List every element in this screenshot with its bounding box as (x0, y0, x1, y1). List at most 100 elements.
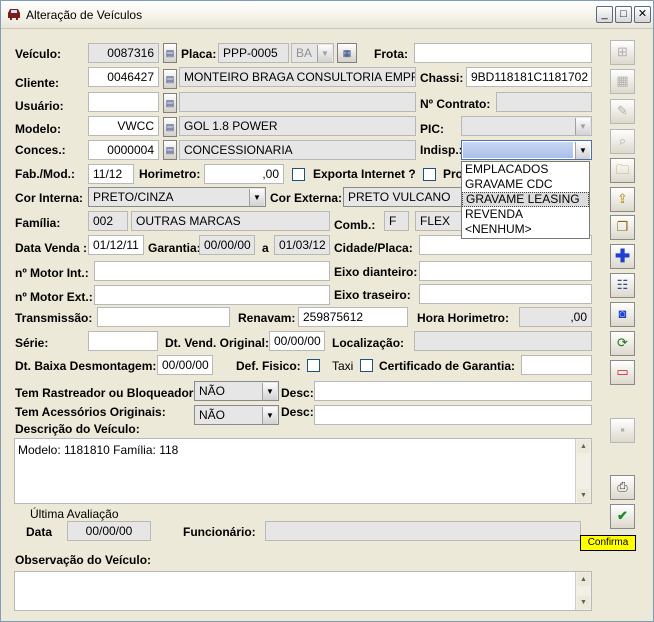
familia-label: Família: (15, 216, 61, 230)
chassi-field[interactable]: 9BD118181C1181702 (466, 67, 592, 87)
observacao-scrollbar[interactable]: ▲ ▼ (575, 572, 591, 610)
tooltip: Confirma (580, 535, 636, 551)
people-icon[interactable]: ☷ (610, 273, 635, 298)
motor-int-field[interactable] (94, 261, 330, 281)
dropdown-option-highlighted[interactable]: GRAVAME LEASING (462, 192, 589, 207)
placa-table-button[interactable]: ▦ (337, 43, 357, 63)
scroll-up-icon[interactable]: ▲ (577, 440, 590, 453)
disabled-icon[interactable]: ▪ (610, 418, 635, 443)
title-bar: Alteração de Veículos _ □ ✕ (1, 1, 653, 29)
usuario-search-button[interactable]: ▤ (163, 93, 177, 113)
localizacao-label: Localização: (332, 336, 405, 350)
indisp-dropdown-list[interactable]: EMPLACADOS GRAVAME CDC GRAVAME LEASING R… (461, 161, 590, 239)
conces-name-field: CONCESSIONARIA (179, 140, 416, 160)
acessorios-value: NÃO (199, 408, 226, 422)
refresh-icon[interactable]: ⟳ (610, 331, 635, 356)
placa-uf-select[interactable]: BA ▼ (291, 43, 334, 63)
acessorios-desc-field[interactable] (314, 405, 592, 425)
motor-ext-field[interactable] (94, 285, 330, 305)
scroll-up-icon[interactable]: ▲ (577, 573, 590, 586)
plus-icon[interactable]: ✚ (610, 244, 635, 269)
close-button[interactable]: ✕ (634, 6, 651, 23)
localizacao-field[interactable] (414, 331, 592, 351)
eixo-dianteiro-field[interactable] (419, 261, 592, 281)
dropdown-option[interactable]: GRAVAME CDC (462, 177, 589, 192)
garantia-from-field[interactable]: 00/00/00 (199, 235, 255, 255)
descricao-textarea[interactable]: Modelo: 1181810 Família: 118 ▲ ▼ (14, 438, 592, 504)
hora-horimetro-field[interactable]: ,00 (519, 307, 592, 327)
table-icon[interactable]: ▦ (610, 69, 635, 94)
preview-icon[interactable]: ⌕ (610, 129, 635, 154)
renavam-field[interactable]: 259875612 (298, 307, 408, 327)
descricao-scrollbar[interactable]: ▲ ▼ (575, 439, 591, 503)
copy-icon[interactable]: ❐ (610, 215, 635, 240)
chevron-down-icon[interactable]: ▼ (575, 142, 590, 159)
comb-code-field[interactable]: F (384, 211, 409, 231)
card-icon[interactable]: ▭ (610, 360, 635, 385)
garantia-to-field[interactable]: 01/03/12 (274, 235, 330, 255)
camera-icon[interactable]: ◙ (610, 302, 635, 327)
rastreador-label: Tem Rastreador ou Bloqueador: (15, 386, 198, 400)
chevron-down-icon: ▼ (262, 383, 277, 400)
pic-select[interactable]: ▼ (461, 116, 592, 136)
rastreador-select[interactable]: NÃO ▼ (194, 381, 279, 401)
scroll-down-icon[interactable]: ▼ (577, 489, 590, 502)
cor-interna-select[interactable]: PRETO/CINZA ▼ (88, 187, 266, 207)
print-icon[interactable]: ⎙ (610, 475, 635, 500)
indisp-selection (463, 142, 573, 158)
contrato-field[interactable] (496, 92, 592, 112)
def-fisico-label: Def. Fisico: (236, 359, 301, 373)
add-row-icon[interactable]: ⊞ (610, 40, 635, 65)
dropdown-option[interactable]: EMPLACADOS (462, 162, 589, 177)
veiculo-search-button[interactable]: ▤ (163, 43, 177, 63)
ultima-data-field[interactable]: 00/00/00 (67, 521, 151, 541)
motor-ext-label: nº Motor Ext.: (15, 290, 93, 304)
observacao-textarea[interactable]: ▲ ▼ (14, 571, 592, 611)
cliente-search-button[interactable]: ▤ (163, 69, 177, 89)
horimetro-field[interactable]: ,00 (204, 164, 284, 184)
scroll-down-icon[interactable]: ▼ (577, 596, 590, 609)
dt-baixa-field[interactable]: 00/00/00 (157, 355, 213, 375)
acessorios-select[interactable]: NÃO ▼ (194, 405, 279, 425)
eraser-icon[interactable]: ✎ (610, 99, 635, 124)
cor-interna-value: PRETO/CINZA (93, 190, 174, 204)
cor-externa-label: Cor Externa: (270, 191, 343, 205)
pro-checkbox[interactable] (423, 168, 436, 181)
certificado-field[interactable] (521, 355, 592, 375)
modelo-label: Modelo: (15, 122, 61, 136)
dropdown-option[interactable]: REVENDA (462, 207, 589, 222)
data-venda-field[interactable]: 01/12/11 (88, 235, 144, 255)
minimize-button[interactable]: _ (596, 6, 613, 23)
exporta-checkbox[interactable] (292, 168, 305, 181)
conces-search-button[interactable]: ▤ (163, 140, 177, 160)
familia-code-field[interactable]: 002 (88, 211, 128, 231)
dropdown-option[interactable]: <NENHUM> (462, 222, 589, 237)
modelo-code-field[interactable]: VWCC (88, 116, 159, 136)
rastreador-value: NÃO (199, 384, 226, 398)
modelo-search-button[interactable]: ▤ (163, 117, 177, 137)
taxi-checkbox[interactable] (360, 359, 373, 372)
confirm-icon[interactable]: ✔ (610, 504, 635, 529)
dt-vend-original-field[interactable]: 00/00/00 (269, 331, 325, 351)
funcionario-field[interactable] (265, 521, 581, 541)
usuario-label: Usuário: (15, 99, 64, 113)
maximize-button[interactable]: □ (615, 6, 632, 23)
fabmod-field[interactable]: 11/12 (88, 164, 134, 184)
conces-code-field[interactable]: 0000004 (88, 140, 159, 160)
indisp-select[interactable]: ▼ (461, 140, 592, 160)
frota-field[interactable] (414, 43, 592, 63)
folder-up-icon[interactable]: ⇪ (610, 187, 635, 212)
eixo-traseiro-field[interactable] (419, 284, 592, 304)
usuario-code-field[interactable] (88, 92, 159, 112)
chevron-down-icon: ▼ (262, 407, 277, 424)
serie-field[interactable] (88, 331, 158, 351)
placa-field[interactable]: PPP-0005 (218, 43, 289, 63)
open-folder-icon[interactable]: 🗀 (610, 158, 635, 183)
transmissao-field[interactable] (97, 307, 230, 327)
chevron-down-icon: ▼ (249, 189, 264, 206)
veiculo-field[interactable]: 0087316 (88, 43, 159, 63)
def-fisico-checkbox[interactable] (307, 359, 320, 372)
cliente-code-field[interactable]: 0046427 (88, 67, 159, 87)
cor-externa-select[interactable]: PRETO VULCANO (343, 187, 463, 207)
rastreador-desc-field[interactable] (314, 381, 592, 401)
